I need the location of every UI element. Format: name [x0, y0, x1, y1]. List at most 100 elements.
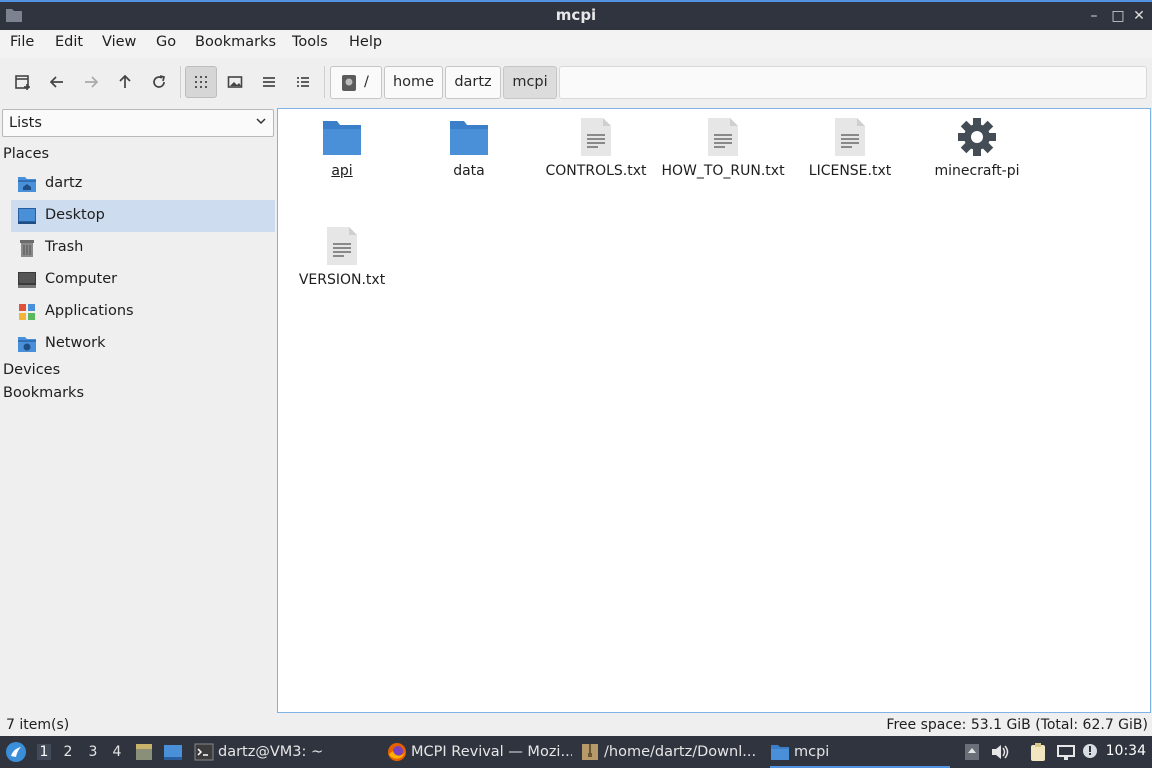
file-name: minecraft-pi: [934, 163, 1020, 179]
file-view[interactable]: api data CONTROLS.txt HOW_TO_RUN.txt LIC…: [277, 108, 1151, 713]
text-file-icon: [581, 118, 611, 156]
maximize-button[interactable]: □: [1107, 6, 1129, 26]
back-button[interactable]: [41, 66, 73, 98]
folder-icon: [323, 121, 361, 155]
chevron-down-icon: [256, 118, 266, 125]
new-tab-button[interactable]: [7, 66, 39, 98]
workspace-2[interactable]: 2: [61, 744, 75, 760]
file-item-version[interactable]: VERSION.txt: [280, 218, 404, 298]
breadcrumb-root-label: /: [364, 74, 369, 90]
free-space: Free space: 53.1 GiB (Total: 62.7 GiB): [886, 717, 1148, 733]
file-item-controls[interactable]: CONTROLS.txt: [534, 109, 658, 209]
icon-view-button[interactable]: [185, 66, 217, 98]
sidebar-item-desktop[interactable]: Desktop: [11, 200, 275, 232]
sidebar-item-label: Trash: [45, 239, 84, 255]
menu-help[interactable]: Help: [349, 34, 382, 50]
menu-tools[interactable]: Tools: [292, 34, 328, 50]
toolbar-separator: [324, 66, 325, 98]
up-button[interactable]: [109, 66, 141, 98]
toolbar-separator: [180, 66, 181, 98]
forward-button[interactable]: [75, 66, 107, 98]
workspace-3[interactable]: 3: [86, 744, 100, 760]
thumbnail-view-icon: [227, 76, 243, 88]
menu-file[interactable]: File: [10, 34, 34, 50]
sidebar-item-dartz[interactable]: dartz: [11, 168, 275, 200]
window-title: mcpi: [555, 6, 597, 24]
network-icon: [18, 337, 36, 352]
sidebar-item-label: dartz: [45, 175, 83, 191]
devices-heading[interactable]: Devices: [3, 362, 60, 378]
breadcrumb-root[interactable]: /: [330, 66, 382, 99]
start-menu-icon[interactable]: [5, 741, 27, 763]
menu-go[interactable]: Go: [156, 34, 176, 50]
file-item-api[interactable]: api: [280, 109, 404, 209]
task-firefox[interactable]: MCPI Revival — Mozi...: [387, 736, 572, 768]
breadcrumb-dartz[interactable]: dartz: [445, 66, 501, 99]
task-mcpi[interactable]: mcpi: [770, 736, 950, 768]
folder-icon: [450, 121, 488, 155]
file-item-data[interactable]: data: [407, 109, 531, 209]
close-button[interactable]: ✕: [1128, 6, 1150, 26]
compact-view-button[interactable]: [253, 66, 285, 98]
back-icon: [49, 76, 63, 88]
menu-bar: File Edit View Go Bookmarks Tools Help: [0, 30, 1152, 58]
task-terminal[interactable]: dartz@VM3: ~: [194, 736, 374, 768]
task-label: MCPI Revival — Mozi...: [411, 744, 572, 760]
icon-view-icon: [195, 76, 207, 88]
file-item-minecraft-pi[interactable]: minecraft-pi: [915, 109, 1039, 209]
firefox-icon: [388, 743, 406, 761]
home-folder-icon: [18, 177, 36, 192]
sidebar-item-applications[interactable]: Applications: [11, 296, 275, 328]
clipboard-icon[interactable]: [1028, 742, 1048, 762]
file-name: api: [331, 163, 353, 179]
workspace-1[interactable]: 1: [37, 744, 51, 760]
menu-bookmarks[interactable]: Bookmarks: [195, 34, 276, 50]
status-bar: 7 item(s) Free space: 53.1 GiB (Total: 6…: [0, 714, 1152, 736]
breadcrumb-home[interactable]: home: [384, 66, 443, 99]
breadcrumb-empty-area[interactable]: [559, 66, 1147, 99]
desktop-icon: [18, 208, 36, 224]
file-name: data: [453, 163, 485, 179]
folder-icon: [771, 745, 789, 760]
show-desktop-icon[interactable]: [163, 742, 183, 762]
reload-button[interactable]: [143, 66, 175, 98]
breadcrumb-mcpi[interactable]: mcpi: [503, 66, 557, 99]
sidebar-item-trash[interactable]: Trash: [11, 232, 275, 264]
task-label: /home/dartz/Downl...: [604, 744, 757, 760]
file-item-license[interactable]: LICENSE.txt: [788, 109, 912, 209]
terminal-icon: [194, 743, 214, 761]
sidebar-item-label: Applications: [45, 303, 134, 319]
forward-icon: [85, 76, 99, 88]
sidebar-item-network[interactable]: Network: [11, 328, 275, 360]
clock[interactable]: 10:34: [1106, 743, 1146, 759]
thumbnail-view-button[interactable]: [219, 66, 251, 98]
window-titlebar[interactable]: mcpi – □ ✕: [0, 0, 1152, 30]
file-item-how-to-run[interactable]: HOW_TO_RUN.txt: [661, 109, 785, 209]
side-pane-mode-select[interactable]: Lists: [2, 109, 274, 137]
menu-edit[interactable]: Edit: [55, 34, 83, 50]
bookmarks-heading[interactable]: Bookmarks: [3, 385, 84, 401]
drive-icon: [342, 75, 356, 91]
volume-icon[interactable]: [990, 742, 1010, 762]
tray-up-icon[interactable]: [962, 742, 982, 762]
menu-view[interactable]: View: [102, 34, 136, 50]
text-file-icon: [835, 118, 865, 156]
task-label: dartz@VM3: ~: [218, 744, 324, 760]
detailed-list-view-button[interactable]: [287, 66, 319, 98]
file-manager-launcher-icon[interactable]: [134, 742, 154, 762]
notification-icon[interactable]: [1082, 742, 1102, 762]
sidebar-item-label: Network: [45, 335, 106, 351]
up-icon: [119, 74, 131, 88]
archive-icon: [582, 744, 598, 760]
trash-icon: [20, 240, 34, 257]
workspace-4[interactable]: 4: [110, 744, 124, 760]
places-heading[interactable]: Places: [3, 146, 49, 162]
file-name: LICENSE.txt: [808, 163, 892, 179]
network-tray-icon[interactable]: [1056, 742, 1076, 762]
file-name: HOW_TO_RUN.txt: [661, 163, 785, 179]
taskbar: 1 2 3 4 dartz@VM3: ~ MCPI Revival — Mozi…: [0, 736, 1152, 768]
sidebar-item-computer[interactable]: Computer: [11, 264, 275, 296]
file-name: VERSION.txt: [298, 272, 386, 288]
minimize-button[interactable]: –: [1083, 6, 1105, 26]
task-archive[interactable]: /home/dartz/Downl...: [580, 736, 760, 768]
